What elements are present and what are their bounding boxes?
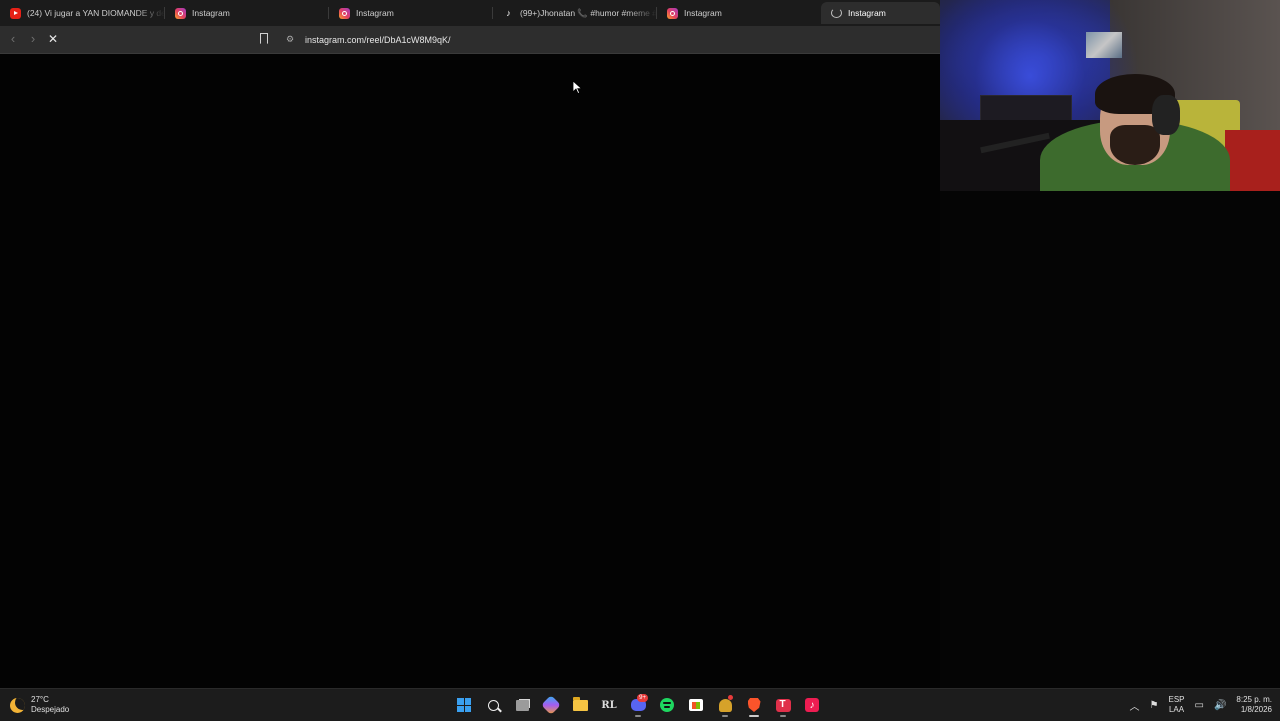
- tab-instagram-2[interactable]: Instagram: [329, 2, 493, 24]
- webcam-overlay: [940, 0, 1280, 191]
- clock-date: 1/8/2026: [1240, 705, 1272, 714]
- close-icon: ✕: [47, 32, 59, 46]
- chevron-right-icon: ›: [30, 31, 36, 46]
- microsoft-store-icon: [689, 699, 703, 711]
- display-icon[interactable]: ▭: [1195, 700, 1204, 711]
- site-info-icon[interactable]: ⚙: [280, 29, 300, 50]
- loading-icon: [831, 8, 842, 18]
- headset: [1152, 95, 1180, 135]
- task-view-button[interactable]: [510, 692, 534, 718]
- tab-instagram-active[interactable]: Instagram: [821, 2, 940, 24]
- youtube-icon: [10, 7, 21, 19]
- tab-label: Instagram: [356, 8, 394, 18]
- copilot-button[interactable]: [539, 692, 563, 718]
- instagram-icon: [339, 7, 350, 19]
- tab-youtube[interactable]: (24) Vi jugar a YAN DIOMANDE y de: [0, 2, 165, 24]
- rl-app-button[interactable]: RL: [597, 692, 621, 718]
- search-icon: [487, 699, 499, 711]
- volume-icon[interactable]: 🔊: [1214, 700, 1226, 711]
- weather-widget[interactable]: 27°C Despejado: [10, 693, 69, 717]
- tab-instagram-3[interactable]: Instagram: [657, 2, 821, 24]
- red-app-button[interactable]: [771, 692, 795, 718]
- page-content[interactable]: [0, 54, 940, 688]
- weather-temp: 27°C: [31, 695, 49, 704]
- tab-label: Instagram: [848, 8, 886, 18]
- microsoft-store-button[interactable]: [684, 692, 708, 718]
- file-explorer-button[interactable]: [568, 692, 592, 718]
- taskbar: 27°C Despejado RL 9+ T ♪ ︿ ⚑ ESP LAA ▭ 🔊…: [0, 688, 1280, 721]
- tab-label: Instagram: [192, 8, 230, 18]
- moon-icon: [10, 697, 25, 713]
- clock[interactable]: 8:25 p. m. 1/8/2026: [1236, 695, 1272, 715]
- game-app-icon: [718, 698, 732, 712]
- chevron-up-icon[interactable]: ︿: [1130, 698, 1140, 713]
- bookmark-button[interactable]: [256, 30, 272, 48]
- weather-condition: Despejado: [31, 705, 70, 714]
- system-tray: ︿ ⚑ ESP LAA ▭ 🔊 8:25 p. m. 1/8/2026: [1130, 692, 1272, 718]
- spotify-button[interactable]: [655, 692, 679, 718]
- url-text: instagram.com/reel/DbA1cW8M9qK/: [305, 34, 451, 45]
- tiktok-icon: ♪: [805, 698, 819, 712]
- mouse-cursor: [573, 81, 582, 94]
- rl-app-icon: RL: [601, 699, 617, 711]
- stop-loading-button[interactable]: ✕: [46, 32, 60, 46]
- spotify-icon: [660, 698, 674, 712]
- notification-dot: [728, 695, 733, 700]
- search-button[interactable]: [481, 692, 505, 718]
- tab-label: Instagram: [684, 8, 722, 18]
- notification-badge: 9+: [637, 694, 648, 702]
- back-button[interactable]: ‹: [6, 32, 20, 46]
- windows-start-icon: [457, 698, 471, 712]
- brave-button[interactable]: [742, 692, 766, 718]
- chevron-left-icon: ‹: [10, 31, 16, 46]
- instagram-icon: [175, 7, 186, 19]
- tiktok-icon: ♪: [506, 8, 511, 18]
- taskbar-apps: RL 9+ ♪: [452, 692, 824, 718]
- red-app-icon: [775, 698, 791, 712]
- tiktok-button[interactable]: ♪: [800, 692, 824, 718]
- clock-time: 8:25 p. m.: [1236, 695, 1272, 704]
- forward-button[interactable]: ›: [26, 32, 40, 46]
- file-explorer-icon: [572, 696, 588, 711]
- network-icon[interactable]: ⚑: [1150, 700, 1159, 711]
- task-view-icon: [515, 699, 529, 711]
- language-indicator[interactable]: ESP LAA: [1169, 695, 1185, 715]
- browser-toolbar: ‹ › ✕ ⚙ instagram.com/reel/DbA1cW8M9qK/: [0, 26, 940, 54]
- brave-icon: [747, 698, 761, 712]
- copilot-icon: [541, 695, 561, 715]
- address-bar[interactable]: ⚙ instagram.com/reel/DbA1cW8M9qK/: [280, 29, 935, 50]
- tab-tiktok[interactable]: ♪ (99+)Jhonatan 📞 #humor #meme #: [493, 2, 657, 24]
- instagram-icon: [667, 7, 678, 19]
- start-button[interactable]: [452, 692, 476, 718]
- tab-instagram-1[interactable]: Instagram: [165, 2, 329, 24]
- tab-strip: (24) Vi jugar a YAN DIOMANDE y de Instag…: [0, 0, 940, 26]
- discord-button[interactable]: 9+: [626, 692, 650, 718]
- wall-poster: [1086, 32, 1122, 58]
- game-app-button[interactable]: [713, 692, 737, 718]
